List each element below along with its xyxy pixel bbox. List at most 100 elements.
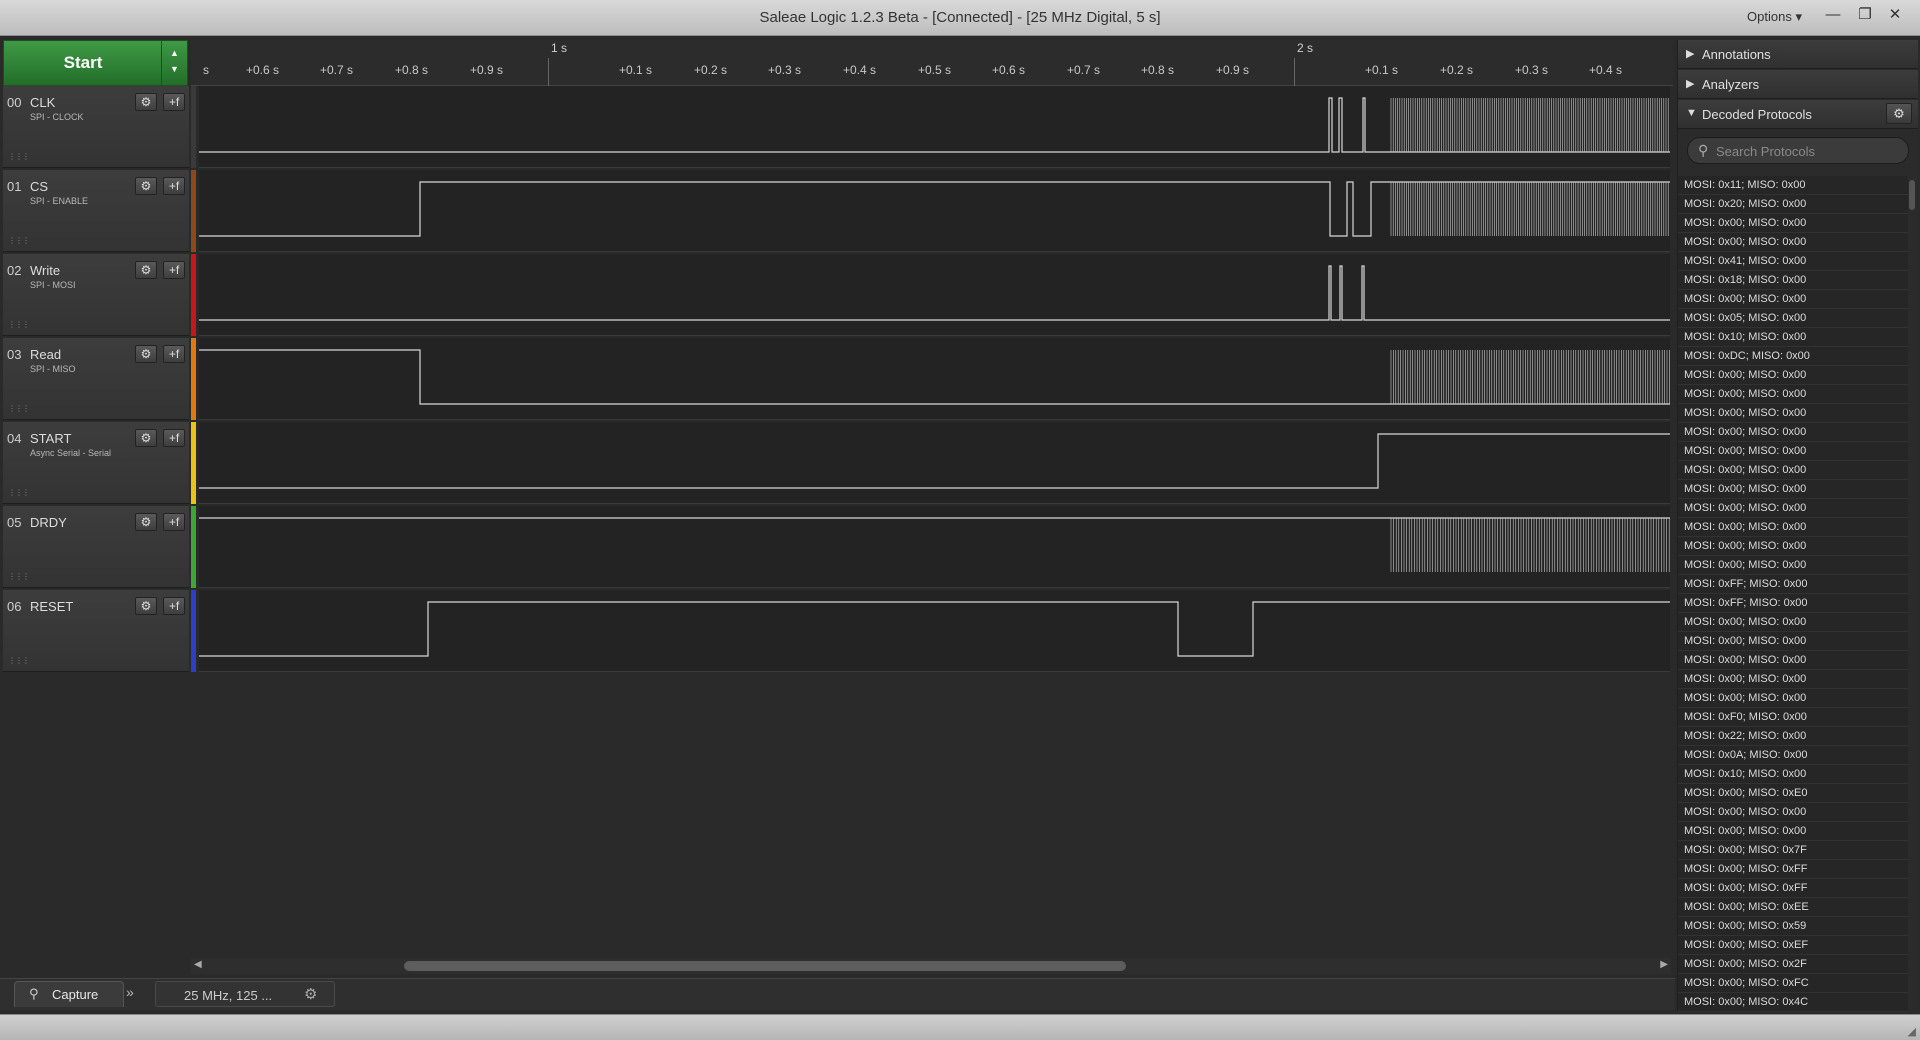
capture-tab[interactable]: ⚲ Capture	[14, 981, 124, 1007]
channel-label-panel[interactable]: 01 CS SPI - ENABLE ⚙ +f ⋮⋮⋮	[3, 170, 189, 252]
more-tabs-icon[interactable]: »	[126, 984, 134, 1000]
decoded-protocols-list[interactable]: MOSI: 0x11; MISO: 0x00 MOSI: 0x20; MISO: …	[1678, 176, 1908, 1012]
channel-name[interactable]: RESET	[30, 599, 73, 614]
gear-icon[interactable]: ⚙	[135, 597, 157, 615]
decoded-protocol-row[interactable]: MOSI: 0x00; MISO: 0x00	[1678, 670, 1908, 689]
decoded-protocol-row[interactable]: MOSI: 0x00; MISO: 0x4C	[1678, 993, 1908, 1012]
decoded-protocol-row[interactable]: MOSI: 0x00; MISO: 0x00	[1678, 651, 1908, 670]
drag-handle-icon[interactable]: ⋮⋮⋮	[8, 236, 30, 245]
resize-grip-icon[interactable]: ◢	[1908, 1025, 1916, 1038]
drag-handle-icon[interactable]: ⋮⋮⋮	[8, 488, 30, 497]
gear-icon[interactable]: ⚙	[135, 261, 157, 279]
decoded-protocol-row[interactable]: MOSI: 0xDC; MISO: 0x00	[1678, 347, 1908, 366]
decoded-protocol-row[interactable]: MOSI: 0x00; MISO: 0x00	[1678, 613, 1908, 632]
channel-waveform[interactable]	[199, 254, 1670, 336]
decoded-protocol-row[interactable]: MOSI: 0x00; MISO: 0x00	[1678, 442, 1908, 461]
decoded-protocol-row[interactable]: MOSI: 0x18; MISO: 0x00	[1678, 271, 1908, 290]
channel-waveform[interactable]	[199, 422, 1670, 504]
arrow-up-icon[interactable]: ▲	[162, 48, 187, 58]
channel-waveform[interactable]	[199, 338, 1670, 420]
decoded-protocol-row[interactable]: MOSI: 0x00; MISO: 0x00	[1678, 214, 1908, 233]
horizontal-scrollbar[interactable]: ◀ ▶	[191, 958, 1671, 974]
decoded-protocol-row[interactable]: MOSI: 0x00; MISO: 0xFC	[1678, 974, 1908, 993]
decoded-protocol-row[interactable]: MOSI: 0x00; MISO: 0x00	[1678, 233, 1908, 252]
channel-name[interactable]: START	[30, 431, 71, 446]
decoded-protocol-row[interactable]: MOSI: 0x11; MISO: 0x00	[1678, 176, 1908, 195]
decoded-protocol-row[interactable]: MOSI: 0x00; MISO: 0x00	[1678, 366, 1908, 385]
channel-name[interactable]: CS	[30, 179, 48, 194]
channel-waveform[interactable]	[199, 590, 1670, 672]
capture-settings-tab[interactable]: 25 MHz, 125 ... ⚙	[155, 981, 335, 1007]
gear-icon[interactable]: ⚙	[1886, 103, 1912, 124]
channel-label-panel[interactable]: 02 Write SPI - MOSI ⚙ +f ⋮⋮⋮	[3, 254, 189, 336]
decoded-protocol-row[interactable]: MOSI: 0x0A; MISO: 0x00	[1678, 746, 1908, 765]
decoded-protocol-row[interactable]: MOSI: 0xF0; MISO: 0x00	[1678, 708, 1908, 727]
channel-waveform[interactable]	[199, 86, 1670, 168]
drag-handle-icon[interactable]: ⋮⋮⋮	[8, 572, 30, 581]
scroll-right-icon[interactable]: ▶	[1660, 959, 1668, 970]
decoded-protocol-row[interactable]: MOSI: 0x00; MISO: 0xEF	[1678, 936, 1908, 955]
start-options[interactable]: ▲ ▼	[161, 41, 187, 85]
decoded-protocol-row[interactable]: MOSI: 0x00; MISO: 0x2F	[1678, 955, 1908, 974]
channel-label-panel[interactable]: 03 Read SPI - MISO ⚙ +f ⋮⋮⋮	[3, 338, 189, 420]
annotations-section[interactable]: ▶ Annotations	[1678, 40, 1918, 69]
drag-handle-icon[interactable]: ⋮⋮⋮	[8, 152, 30, 161]
decoded-protocol-row[interactable]: MOSI: 0x00; MISO: 0x00	[1678, 499, 1908, 518]
drag-handle-icon[interactable]: ⋮⋮⋮	[8, 320, 30, 329]
timeline-ruler[interactable]: 1 s 2 s s +0.6 s +0.7 s +0.8 s +0.9 s +0…	[191, 40, 1673, 86]
minimize-button[interactable]: —	[1820, 4, 1846, 26]
gear-icon[interactable]: ⚙	[135, 93, 157, 111]
decoded-protocol-row[interactable]: MOSI: 0x00; MISO: 0xFF	[1678, 879, 1908, 898]
decoded-protocol-row[interactable]: MOSI: 0x00; MISO: 0x00	[1678, 480, 1908, 499]
drag-handle-icon[interactable]: ⋮⋮⋮	[8, 404, 30, 413]
add-trigger-icon[interactable]: +f	[163, 513, 185, 531]
gear-icon[interactable]: ⚙	[135, 429, 157, 447]
scrollbar-thumb[interactable]	[404, 961, 1126, 971]
search-protocols-input[interactable]	[1716, 142, 1901, 160]
decoded-protocol-row[interactable]: MOSI: 0x00; MISO: 0x00	[1678, 689, 1908, 708]
decoded-protocol-row[interactable]: MOSI: 0x20; MISO: 0x00	[1678, 195, 1908, 214]
channel-label-panel[interactable]: 04 START Async Serial - Serial ⚙ +f ⋮⋮⋮	[3, 422, 189, 504]
gear-icon[interactable]: ⚙	[135, 345, 157, 363]
add-trigger-icon[interactable]: +f	[163, 597, 185, 615]
decoded-protocol-row[interactable]: MOSI: 0x00; MISO: 0x00	[1678, 803, 1908, 822]
maximize-button[interactable]: ❐	[1852, 4, 1878, 26]
decoded-protocol-row[interactable]: MOSI: 0x00; MISO: 0x00	[1678, 290, 1908, 309]
decoded-protocol-row[interactable]: MOSI: 0x41; MISO: 0x00	[1678, 252, 1908, 271]
drag-handle-icon[interactable]: ⋮⋮⋮	[8, 656, 30, 665]
decoded-protocol-row[interactable]: MOSI: 0x00; MISO: 0x7F	[1678, 841, 1908, 860]
decoded-protocol-row[interactable]: MOSI: 0x00; MISO: 0x00	[1678, 423, 1908, 442]
decoded-protocol-row[interactable]: MOSI: 0x00; MISO: 0x00	[1678, 556, 1908, 575]
gear-icon[interactable]: ⚙	[304, 985, 317, 1003]
channel-waveform[interactable]	[199, 170, 1670, 252]
decoded-protocol-row[interactable]: MOSI: 0x00; MISO: 0xE0	[1678, 784, 1908, 803]
decoded-protocol-row[interactable]: MOSI: 0xFF; MISO: 0x00	[1678, 575, 1908, 594]
decoded-protocol-row[interactable]: MOSI: 0x00; MISO: 0xFF	[1678, 860, 1908, 879]
decoded-protocol-row[interactable]: MOSI: 0xFF; MISO: 0x00	[1678, 594, 1908, 613]
channel-name[interactable]: DRDY	[30, 515, 67, 530]
decoded-protocol-row[interactable]: MOSI: 0x00; MISO: 0x00	[1678, 822, 1908, 841]
channel-waveform[interactable]	[199, 506, 1670, 588]
decoded-protocol-row[interactable]: MOSI: 0x22; MISO: 0x00	[1678, 727, 1908, 746]
arrow-down-icon[interactable]: ▼	[162, 64, 187, 74]
decoded-protocol-row[interactable]: MOSI: 0x00; MISO: 0x00	[1678, 518, 1908, 537]
decoded-protocol-row[interactable]: MOSI: 0x00; MISO: 0xEE	[1678, 898, 1908, 917]
scroll-left-icon[interactable]: ◀	[194, 959, 202, 970]
add-trigger-icon[interactable]: +f	[163, 177, 185, 195]
vertical-scrollbar-thumb[interactable]	[1909, 180, 1915, 210]
gear-icon[interactable]: ⚙	[135, 513, 157, 531]
options-menu[interactable]: Options ▾	[1747, 9, 1802, 25]
decoded-protocol-row[interactable]: MOSI: 0x10; MISO: 0x00	[1678, 765, 1908, 784]
channel-label-panel[interactable]: 00 CLK SPI - CLOCK ⚙ +f ⋮⋮⋮	[3, 86, 189, 168]
decoded-protocol-row[interactable]: MOSI: 0x00; MISO: 0x00	[1678, 385, 1908, 404]
add-trigger-icon[interactable]: +f	[163, 93, 185, 111]
decoded-protocols-section[interactable]: ▼ Decoded Protocols ⚙	[1678, 100, 1918, 129]
channel-label-panel[interactable]: 06 RESET ⚙ +f ⋮⋮⋮	[3, 590, 189, 672]
channel-label-panel[interactable]: 05 DRDY ⚙ +f ⋮⋮⋮	[3, 506, 189, 588]
channel-name[interactable]: CLK	[30, 95, 55, 110]
channel-name[interactable]: Write	[30, 263, 60, 278]
channel-name[interactable]: Read	[30, 347, 61, 362]
decoded-protocol-row[interactable]: MOSI: 0x00; MISO: 0x00	[1678, 537, 1908, 556]
decoded-protocol-row[interactable]: MOSI: 0x00; MISO: 0x00	[1678, 632, 1908, 651]
decoded-protocol-row[interactable]: MOSI: 0x00; MISO: 0x00	[1678, 404, 1908, 423]
